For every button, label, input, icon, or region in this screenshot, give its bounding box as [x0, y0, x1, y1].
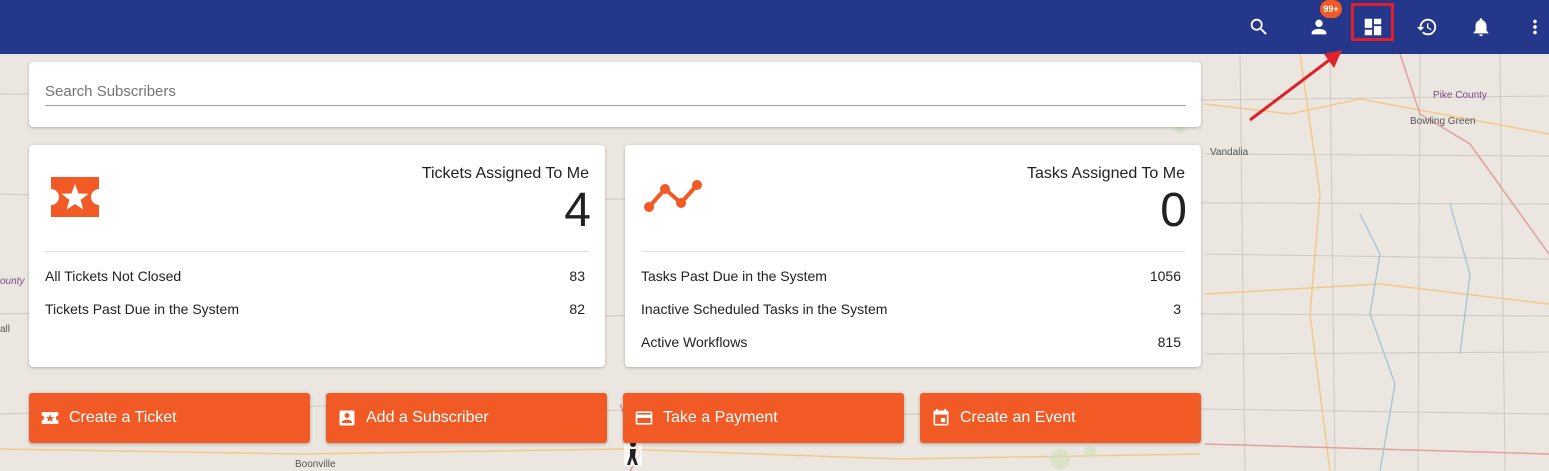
create-ticket-label: Create a Ticket [69, 409, 177, 426]
stat-row-value: 3 [1173, 301, 1181, 317]
create-event-button[interactable]: Create an Event [920, 393, 1201, 443]
stat-row-value: 815 [1157, 334, 1181, 350]
more-vert-icon[interactable] [1517, 9, 1549, 45]
timeline-icon [644, 180, 702, 212]
stat-row-label: Tickets Past Due in the System [45, 301, 239, 317]
tickets-card-divider [45, 251, 589, 252]
annotation-arrow [1249, 50, 1342, 122]
map-label-hall: all [0, 324, 11, 335]
take-payment-button[interactable]: Take a Payment [623, 393, 904, 443]
calendar-event-icon [930, 407, 952, 429]
add-subscriber-label: Add a Subscriber [366, 409, 489, 426]
stat-row-label: Inactive Scheduled Tasks in the System [641, 301, 888, 317]
stat-row[interactable]: Active Workflows 815 [641, 332, 1181, 352]
contact-icon [336, 407, 358, 429]
tasks-assigned-count: 0 [1160, 184, 1187, 237]
dashboard-highlight-box [1351, 3, 1394, 41]
map-label-county: ounty [0, 276, 25, 287]
stat-row-value: 1056 [1149, 268, 1181, 284]
tasks-card-title: Tasks Assigned To Me [1026, 165, 1185, 182]
take-payment-label: Take a Payment [663, 409, 778, 426]
bell-icon[interactable] [1463, 9, 1499, 45]
search-subscribers-input[interactable] [45, 78, 1186, 106]
ticket-star-icon [51, 177, 99, 217]
stat-row[interactable]: All Tickets Not Closed 83 [45, 266, 585, 286]
stat-row[interactable]: Tickets Past Due in the System 82 [45, 299, 585, 319]
tickets-assigned-count: 4 [564, 184, 591, 237]
add-subscriber-button[interactable]: Add a Subscriber [326, 393, 607, 443]
hiker-icon [624, 440, 642, 466]
notification-count-badge: 99+ [1320, 0, 1342, 18]
create-event-label: Create an Event [960, 409, 1076, 426]
tasks-card-divider [641, 251, 1185, 252]
map-label-pike-county: Pike County [1433, 90, 1487, 101]
ticket-icon [39, 407, 61, 429]
tasks-assigned-card[interactable]: Tasks Assigned To Me 0 Tasks Past Due in… [625, 145, 1201, 367]
stat-row-label: Active Workflows [641, 334, 748, 350]
map-label-bowling-green: Bowling Green [1410, 116, 1476, 127]
map-label-boonville: Boonville [295, 459, 336, 470]
search-card [29, 62, 1201, 127]
map-label-vandalia: Vandalia [1210, 147, 1249, 158]
stat-row-label: Tasks Past Due in the System [641, 268, 827, 284]
tickets-assigned-card[interactable]: Tickets Assigned To Me 4 All Tickets Not… [29, 145, 605, 367]
create-ticket-button[interactable]: Create a Ticket [29, 393, 310, 443]
stat-row-value: 82 [569, 301, 585, 317]
tickets-card-title: Tickets Assigned To Me [421, 165, 589, 182]
stat-row-value: 83 [569, 268, 585, 284]
credit-card-icon [633, 407, 655, 429]
stat-row[interactable]: Inactive Scheduled Tasks in the System 3 [641, 299, 1181, 319]
stat-row-label: All Tickets Not Closed [45, 268, 182, 284]
history-icon[interactable] [1409, 9, 1445, 45]
stat-row[interactable]: Tasks Past Due in the System 1056 [641, 266, 1181, 286]
